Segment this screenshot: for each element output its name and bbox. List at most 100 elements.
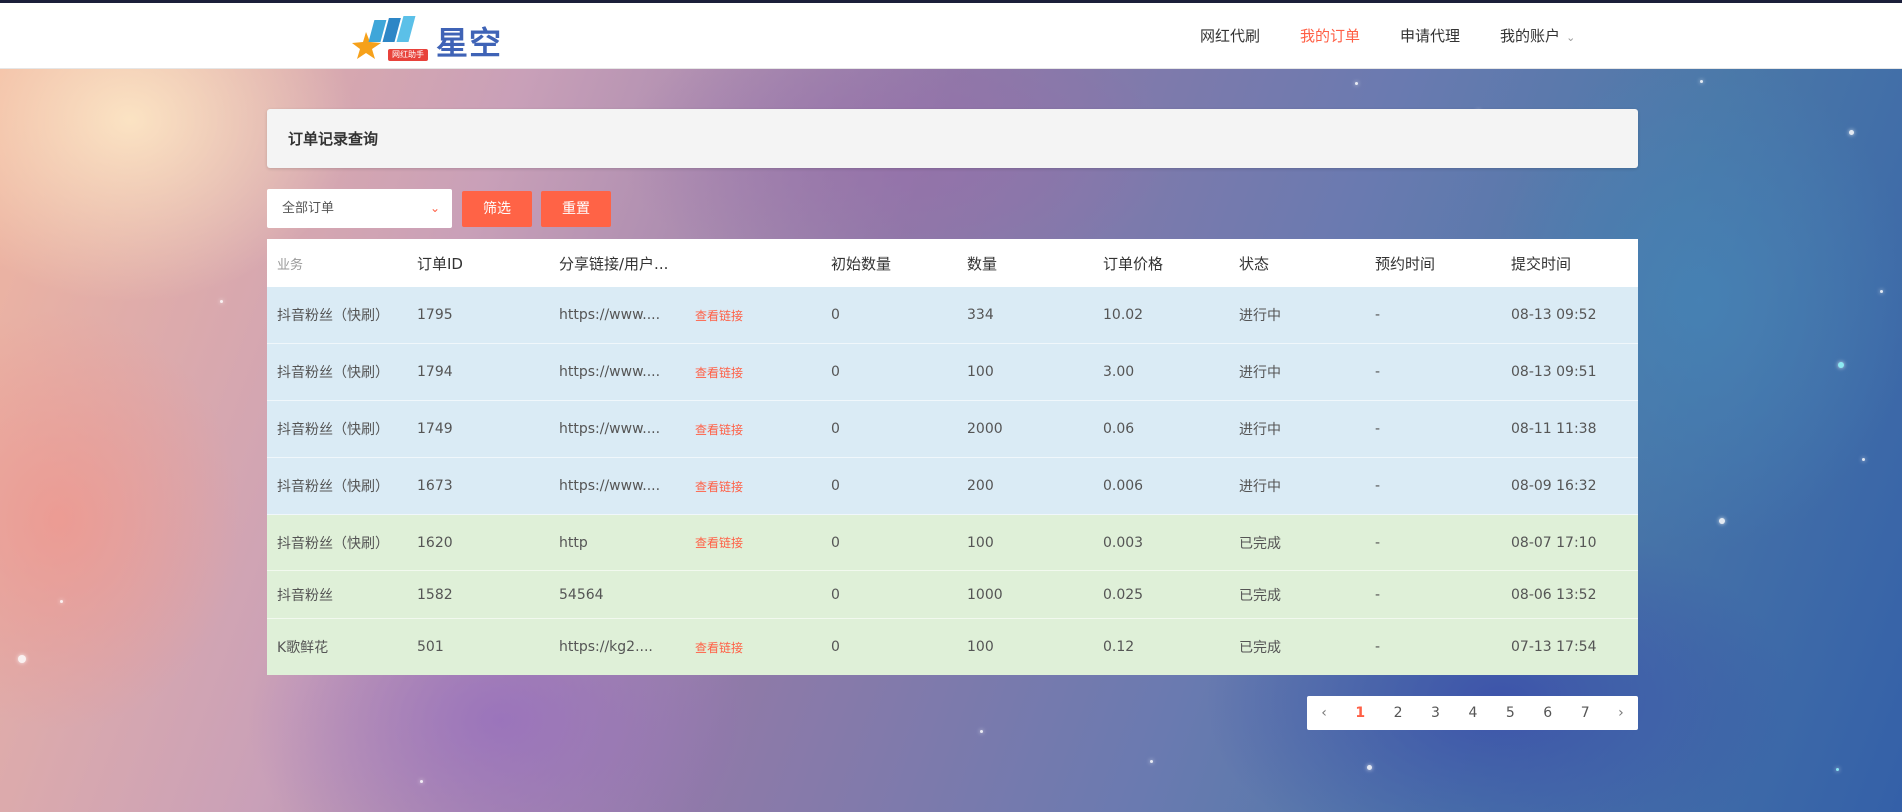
chevron-right-icon[interactable]: ›: [1612, 705, 1630, 721]
cell-price: 0.003: [1103, 534, 1144, 551]
page-link-2[interactable]: 2: [1388, 705, 1409, 721]
view-link[interactable]: 查看链接: [695, 480, 743, 494]
filter-button[interactable]: 筛选: [462, 191, 532, 227]
cell-qty: 334: [967, 307, 994, 323]
cell-initial-qty: 0: [831, 421, 840, 437]
cell-service: 抖音粉丝（快刷）: [277, 422, 389, 438]
cell-order-id: 1673: [417, 478, 453, 494]
nav-item-my-account[interactable]: 我的账户 ⌄: [1480, 3, 1595, 69]
cell-initial-qty: 0: [831, 478, 840, 494]
orders-table: 业务 订单ID 分享链接/用户... 初始数量 数量 订单价格 状态 预约时间 …: [267, 239, 1638, 675]
table-row: 抖音粉丝 1582 54564 0 1000 0.025 已完成 - 08-06…: [267, 571, 1638, 619]
cell-reserve-time: -: [1375, 478, 1381, 494]
column-header-price: 订单价格: [1103, 254, 1164, 273]
order-type-select[interactable]: 全部订单 ⌄: [267, 189, 452, 228]
table-header: 业务 订单ID 分享链接/用户... 初始数量 数量 订单价格 状态 预约时间 …: [267, 239, 1638, 287]
cell-share-link: https://www....: [559, 421, 661, 437]
page-link-7[interactable]: 7: [1575, 705, 1596, 721]
cell-initial-qty: 0: [831, 534, 840, 551]
column-header-initial-qty: 初始数量: [831, 254, 892, 273]
cell-service: 抖音粉丝（快刷）: [277, 365, 389, 381]
cell-price: 3.00: [1103, 364, 1135, 380]
cell-service: 抖音粉丝: [277, 587, 333, 604]
table-row: K歌鲜花 501 https://kg2.... 查看链接 0 100 0.12…: [267, 619, 1638, 675]
column-header-qty: 数量: [967, 254, 998, 273]
cell-initial-qty: 0: [831, 586, 840, 603]
page-title-card: 订单记录查询: [267, 109, 1638, 168]
column-header-order-id: 订单ID: [417, 254, 463, 273]
chevron-down-icon: ⌄: [429, 201, 440, 215]
cell-qty: 2000: [967, 421, 1003, 437]
nav-item-apply-agent[interactable]: 申请代理: [1380, 3, 1480, 69]
chevron-left-icon[interactable]: ‹: [1315, 705, 1333, 721]
cell-qty: 1000: [967, 586, 1003, 603]
column-header-share-link: 分享链接/用户...: [559, 254, 669, 273]
cell-price: 10.02: [1103, 307, 1144, 323]
nav-item-promote[interactable]: 网红代刷: [1180, 3, 1280, 69]
view-link[interactable]: 查看链接: [695, 309, 743, 323]
cell-status: 进行中: [1239, 308, 1281, 324]
cell-share-link: https://kg2....: [559, 639, 653, 655]
cell-price: 0.006: [1103, 478, 1144, 494]
cell-share-link: https://www....: [559, 478, 661, 494]
nav-item-my-account-label: 我的账户: [1500, 27, 1561, 45]
cell-price: 0.12: [1103, 639, 1135, 655]
cell-share-link: https://www....: [559, 307, 661, 323]
cell-share-link: 54564: [559, 586, 604, 603]
cell-order-id: 1749: [417, 421, 453, 437]
cell-qty: 100: [967, 534, 994, 551]
cell-order-id: 1582: [417, 586, 453, 603]
cell-service: 抖音粉丝（快刷）: [277, 308, 389, 324]
cell-service: K歌鲜花: [277, 640, 329, 656]
column-header-reserve-time: 预约时间: [1375, 254, 1436, 273]
cell-order-id: 1795: [417, 307, 453, 323]
table-row: 抖音粉丝（快刷） 1673 https://www.... 查看链接 0 200…: [267, 458, 1638, 515]
cell-status: 已完成: [1239, 640, 1281, 656]
main-nav: 网红代刷 我的订单 申请代理 我的账户 ⌄: [1180, 3, 1595, 69]
cell-qty: 200: [967, 478, 994, 494]
cell-submit-time: 08-11 11:38: [1511, 421, 1597, 437]
page-link-3[interactable]: 3: [1425, 705, 1446, 721]
cell-reserve-time: -: [1375, 307, 1381, 323]
page-link-5[interactable]: 5: [1500, 705, 1521, 721]
cell-initial-qty: 0: [831, 364, 840, 380]
cell-reserve-time: -: [1375, 586, 1381, 603]
site-logo[interactable]: 星空 网红助手: [352, 14, 512, 62]
cell-status: 进行中: [1239, 422, 1281, 438]
cell-status: 已完成: [1239, 587, 1281, 604]
view-link[interactable]: 查看链接: [695, 423, 743, 437]
cell-status: 进行中: [1239, 365, 1281, 381]
chevron-down-icon: ⌄: [1566, 31, 1576, 44]
nav-item-my-orders[interactable]: 我的订单: [1280, 3, 1380, 69]
cell-status: 进行中: [1239, 479, 1281, 495]
cell-price: 0.025: [1103, 586, 1144, 603]
cell-submit-time: 07-13 17:54: [1511, 639, 1597, 655]
cell-reserve-time: -: [1375, 639, 1381, 655]
page-link-6[interactable]: 6: [1537, 705, 1558, 721]
cell-reserve-time: -: [1375, 421, 1381, 437]
cell-share-link: http: [559, 534, 588, 551]
cell-service: 抖音粉丝（快刷）: [277, 479, 389, 495]
top-navbar: 星空 网红助手 网红代刷 我的订单 申请代理 我的账户 ⌄: [0, 3, 1902, 69]
cell-share-link: https://www....: [559, 364, 661, 380]
view-link[interactable]: 查看链接: [695, 366, 743, 380]
view-link[interactable]: 查看链接: [695, 536, 743, 550]
page-link-1[interactable]: 1: [1349, 705, 1371, 721]
column-header-status: 状态: [1239, 254, 1270, 273]
reset-button[interactable]: 重置: [541, 191, 611, 227]
table-row: 抖音粉丝（快刷） 1749 https://www.... 查看链接 0 200…: [267, 401, 1638, 458]
cell-reserve-time: -: [1375, 534, 1381, 551]
cell-submit-time: 08-13 09:52: [1511, 307, 1597, 323]
page-link-4[interactable]: 4: [1462, 705, 1483, 721]
logo-wordmark: 星空: [436, 24, 503, 62]
view-link[interactable]: 查看链接: [695, 641, 743, 655]
cell-initial-qty: 0: [831, 307, 840, 323]
cell-status: 已完成: [1239, 535, 1281, 552]
order-type-select-value: 全部订单: [282, 201, 335, 216]
table-row: 抖音粉丝（快刷） 1620 http 查看链接 0 100 0.003 已完成 …: [267, 515, 1638, 571]
table-row: 抖音粉丝（快刷） 1795 https://www.... 查看链接 0 334…: [267, 287, 1638, 344]
column-header-submit-time: 提交时间: [1511, 254, 1572, 273]
cell-initial-qty: 0: [831, 639, 840, 655]
page-title: 订单记录查询: [288, 130, 379, 148]
cell-qty: 100: [967, 639, 994, 655]
